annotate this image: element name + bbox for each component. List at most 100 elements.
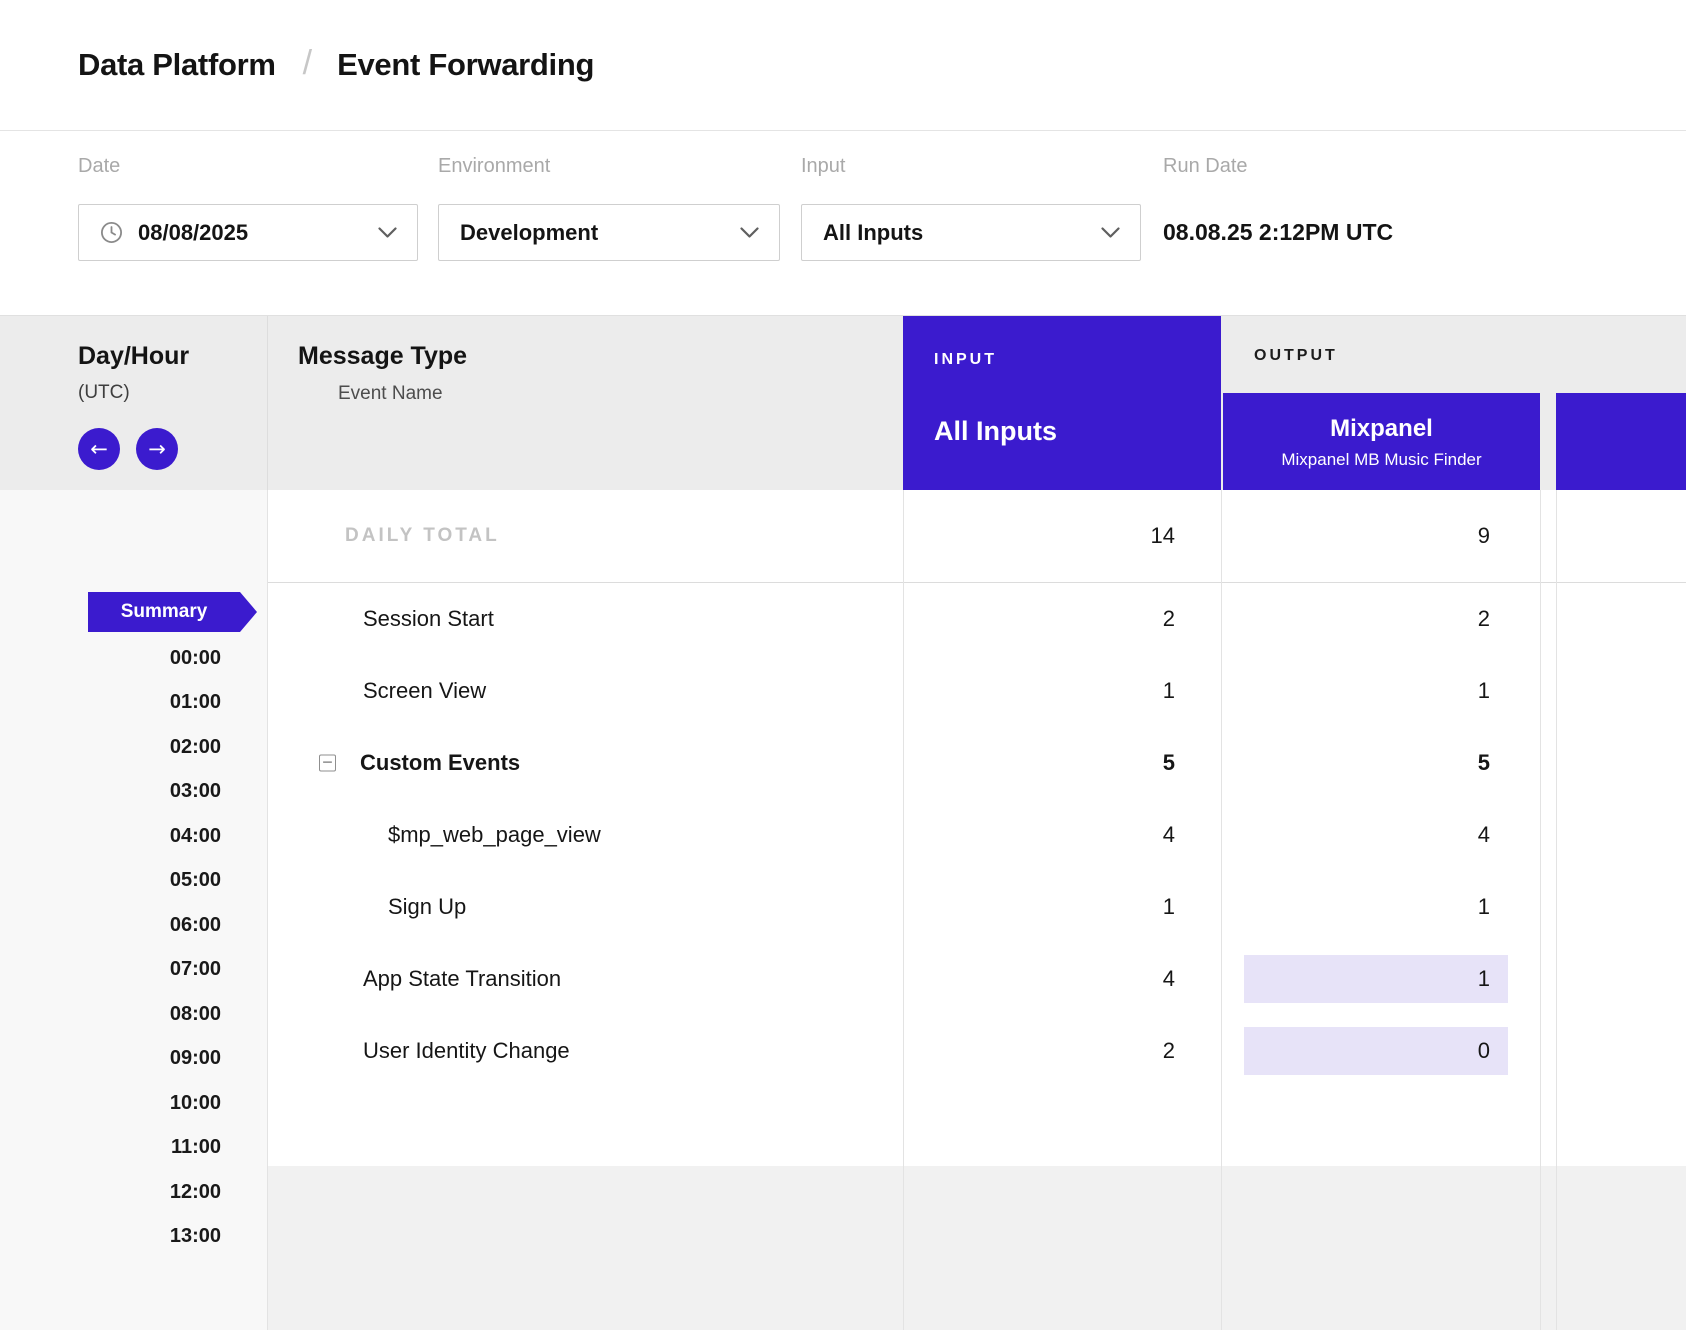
hour-column: Summary 00:00 01:00 02:00 03:00 04:00 05… (0, 490, 268, 1330)
daily-total-output: 9 (1221, 490, 1490, 582)
input-count: 2 (903, 583, 1175, 655)
date-select[interactable]: 08/08/2025 (78, 204, 418, 261)
hour-row[interactable]: 09:00 (0, 1037, 267, 1082)
event-forwarding-page: Data Platform / Event Forwarding Date 08… (0, 0, 1686, 1330)
hour-row[interactable]: 10:00 (0, 1081, 267, 1126)
output-connection-header[interactable]: Mixpanel Mixpanel MB Music Finder (1223, 393, 1540, 491)
hour-row[interactable]: 01:00 (0, 681, 267, 726)
hour-row[interactable]: 02:00 (0, 725, 267, 770)
day-nav: ← → (78, 428, 178, 470)
chevron-down-icon (740, 227, 759, 239)
table-row: App State Transition 4 1 (268, 943, 1686, 1015)
clock-icon (100, 221, 123, 244)
environment-select-value: Development (460, 220, 598, 246)
output-kicker: OUTPUT (1254, 347, 1338, 365)
day-hour-header: Day/Hour (UTC) ← → (0, 316, 268, 490)
page-title: Event Forwarding (337, 47, 594, 83)
daily-total-label: DAILY TOTAL (345, 490, 500, 582)
breadcrumb-section[interactable]: Data Platform (78, 47, 276, 83)
prev-day-button[interactable]: ← (78, 428, 120, 470)
table-row: Screen View 1 1 (268, 655, 1686, 727)
hour-row[interactable]: 00:00 (0, 636, 267, 681)
event-grid: DAILY TOTAL 14 9 Session Start 2 2 Scree… (268, 490, 1686, 1330)
event-name: User Identity Change (363, 1015, 570, 1087)
daily-total-input: 14 (903, 490, 1175, 582)
arrow-left-icon: ← (90, 437, 108, 461)
input-count: 1 (903, 655, 1175, 727)
column-divider (1540, 490, 1541, 1330)
output-count: 4 (1221, 799, 1490, 871)
event-name: Custom Events (360, 727, 520, 799)
hour-row[interactable]: 04:00 (0, 814, 267, 859)
chevron-down-icon (1101, 227, 1120, 239)
environment-filter: Environment Development (438, 131, 780, 315)
environment-filter-label: Environment (438, 155, 550, 178)
run-date-label: Run Date (1163, 155, 1248, 178)
input-count: 4 (903, 799, 1175, 871)
event-name: App State Transition (363, 943, 561, 1015)
event-name-subtitle: Event Name (338, 383, 443, 405)
event-name: $mp_web_page_view (388, 799, 601, 871)
day-hour-subtitle: (UTC) (78, 382, 130, 404)
message-type-header: Message Type Event Name (268, 316, 903, 490)
breadcrumb-separator: / (303, 44, 312, 83)
output-count: 2 (1221, 583, 1490, 655)
input-count: 2 (903, 1015, 1175, 1087)
date-filter-label: Date (78, 155, 120, 178)
input-select-value: All Inputs (823, 220, 923, 246)
breadcrumb: Data Platform / Event Forwarding (0, 0, 1686, 131)
day-hour-title: Day/Hour (78, 342, 189, 371)
daily-total-row: DAILY TOTAL 14 9 (268, 490, 1686, 583)
table-header: Day/Hour (UTC) ← → Message Type Event Na… (0, 315, 1686, 490)
hour-row[interactable]: 13:00 (0, 1215, 267, 1260)
hour-row[interactable]: 12:00 (0, 1170, 267, 1215)
next-day-button[interactable]: → (136, 428, 178, 470)
table-row: Session Start 2 2 (268, 583, 1686, 655)
collapse-minus-icon[interactable]: − (319, 755, 336, 772)
filter-bar: Date 08/08/2025 Environment Development (0, 131, 1686, 315)
output-count: 1 (1221, 871, 1490, 943)
hour-row[interactable]: 11:00 (0, 1126, 267, 1171)
output-connection-subtitle: Mixpanel MB Music Finder (1281, 450, 1481, 470)
input-column-title: All Inputs (934, 416, 1057, 447)
hour-row[interactable]: 06:00 (0, 903, 267, 948)
grid-footer (268, 1166, 1686, 1330)
column-divider (1556, 490, 1557, 1330)
message-type-title: Message Type (298, 342, 467, 371)
run-date: Run Date 08.08.25 2:12PM UTC (1163, 131, 1563, 315)
hour-row[interactable]: 07:00 (0, 948, 267, 993)
input-filter-label: Input (801, 155, 845, 178)
table-row: − Custom Events 5 5 (268, 727, 1686, 799)
arrow-right-icon: → (148, 437, 166, 461)
output-connection-header-partial[interactable] (1556, 393, 1686, 491)
hour-row[interactable]: 03:00 (0, 770, 267, 815)
hour-row[interactable]: 05:00 (0, 859, 267, 904)
chevron-down-icon (378, 227, 397, 239)
input-column-header[interactable]: INPUT All Inputs (903, 316, 1221, 491)
output-count: 1 (1221, 655, 1490, 727)
input-kicker: INPUT (934, 351, 997, 369)
output-count-highlighted: 1 (1244, 955, 1508, 1003)
hour-row[interactable]: 08:00 (0, 992, 267, 1037)
date-select-value: 08/08/2025 (138, 220, 248, 246)
table-row: $mp_web_page_view 4 4 (268, 799, 1686, 871)
input-count: 5 (903, 727, 1175, 799)
input-count: 4 (903, 943, 1175, 1015)
run-date-value: 08.08.25 2:12PM UTC (1163, 204, 1393, 261)
table-row: Sign Up 1 1 (268, 871, 1686, 943)
input-filter: Input All Inputs (801, 131, 1141, 315)
input-count: 1 (903, 871, 1175, 943)
environment-select[interactable]: Development (438, 204, 780, 261)
output-connection-name: Mixpanel (1330, 415, 1433, 443)
summary-tab[interactable]: Summary (88, 592, 240, 632)
input-select[interactable]: All Inputs (801, 204, 1141, 261)
date-filter: Date 08/08/2025 (78, 131, 418, 315)
table-row: User Identity Change 2 0 (268, 1015, 1686, 1087)
output-count-highlighted: 0 (1244, 1027, 1508, 1075)
output-count: 5 (1221, 727, 1490, 799)
hour-list: 00:00 01:00 02:00 03:00 04:00 05:00 06:0… (0, 636, 267, 1259)
event-name: Sign Up (388, 871, 466, 943)
event-name: Screen View (363, 655, 486, 727)
event-rows: Session Start 2 2 Screen View 1 1 − Cust… (268, 583, 1686, 1087)
event-name: Session Start (363, 583, 494, 655)
